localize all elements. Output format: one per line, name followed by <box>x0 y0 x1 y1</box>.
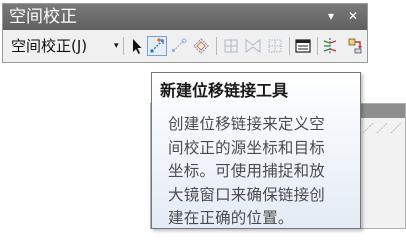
tool-tooltip: 新建位移链接工具 创建位移链接来定义空 间校正的源坐标和目标 坐标。可使用捕捉和… <box>151 72 361 229</box>
multi-link-icon[interactable] <box>191 36 211 56</box>
attribute-transfer-icon[interactable] <box>345 36 365 56</box>
edge-match-icon[interactable] <box>320 36 340 56</box>
toolbar-separator <box>317 37 318 55</box>
tooltip-line: 间校正的源坐标和目标 <box>168 138 326 157</box>
chevron-down-icon[interactable]: ▾ <box>114 37 119 55</box>
bowtie-icon[interactable] <box>243 36 263 56</box>
modify-link-icon[interactable] <box>169 36 189 56</box>
dotted-grid-icon[interactable] <box>265 36 285 56</box>
toolbar-titlebar[interactable]: 空间校正 ▾ ✕ <box>3 4 367 30</box>
background-tool-icons <box>361 120 405 136</box>
link-table-icon[interactable] <box>293 36 313 56</box>
dropdown-arrow-icon[interactable]: ▾ <box>323 7 339 25</box>
toolbar-separator <box>216 37 217 55</box>
tooltip-description: 创建位移链接来定义空 间校正的源坐标和目标 坐标。可使用捕捉和放 大镜窗口来确保… <box>168 113 354 231</box>
toolbar-separator <box>289 37 290 55</box>
tooltip-title: 新建位移链接工具 <box>160 81 289 100</box>
toolbar-separator <box>123 37 124 55</box>
spatial-adjustment-menu[interactable]: 空间校正(J) <box>11 35 87 57</box>
tooltip-line: 坐标。可使用捕捉和放 <box>168 162 326 180</box>
arrow-pointer-icon[interactable] <box>127 36 147 56</box>
grid-icon[interactable] <box>221 36 241 56</box>
tooltip-line: 建在正确的位置。 <box>168 209 294 227</box>
new-link-icon[interactable] <box>147 36 167 56</box>
tooltip-line: 大镜窗口来确保链接创 <box>168 185 326 204</box>
spatial-adjustment-toolbar: 空间校正 ▾ ✕ 空间校正(J) ▾ <box>2 3 368 63</box>
close-icon[interactable]: ✕ <box>345 7 361 25</box>
toolbar-title: 空间校正 <box>9 7 77 27</box>
tooltip-line: 创建位移链接来定义空 <box>168 115 326 133</box>
toolbar-row: 空间校正(J) ▾ <box>3 31 367 61</box>
